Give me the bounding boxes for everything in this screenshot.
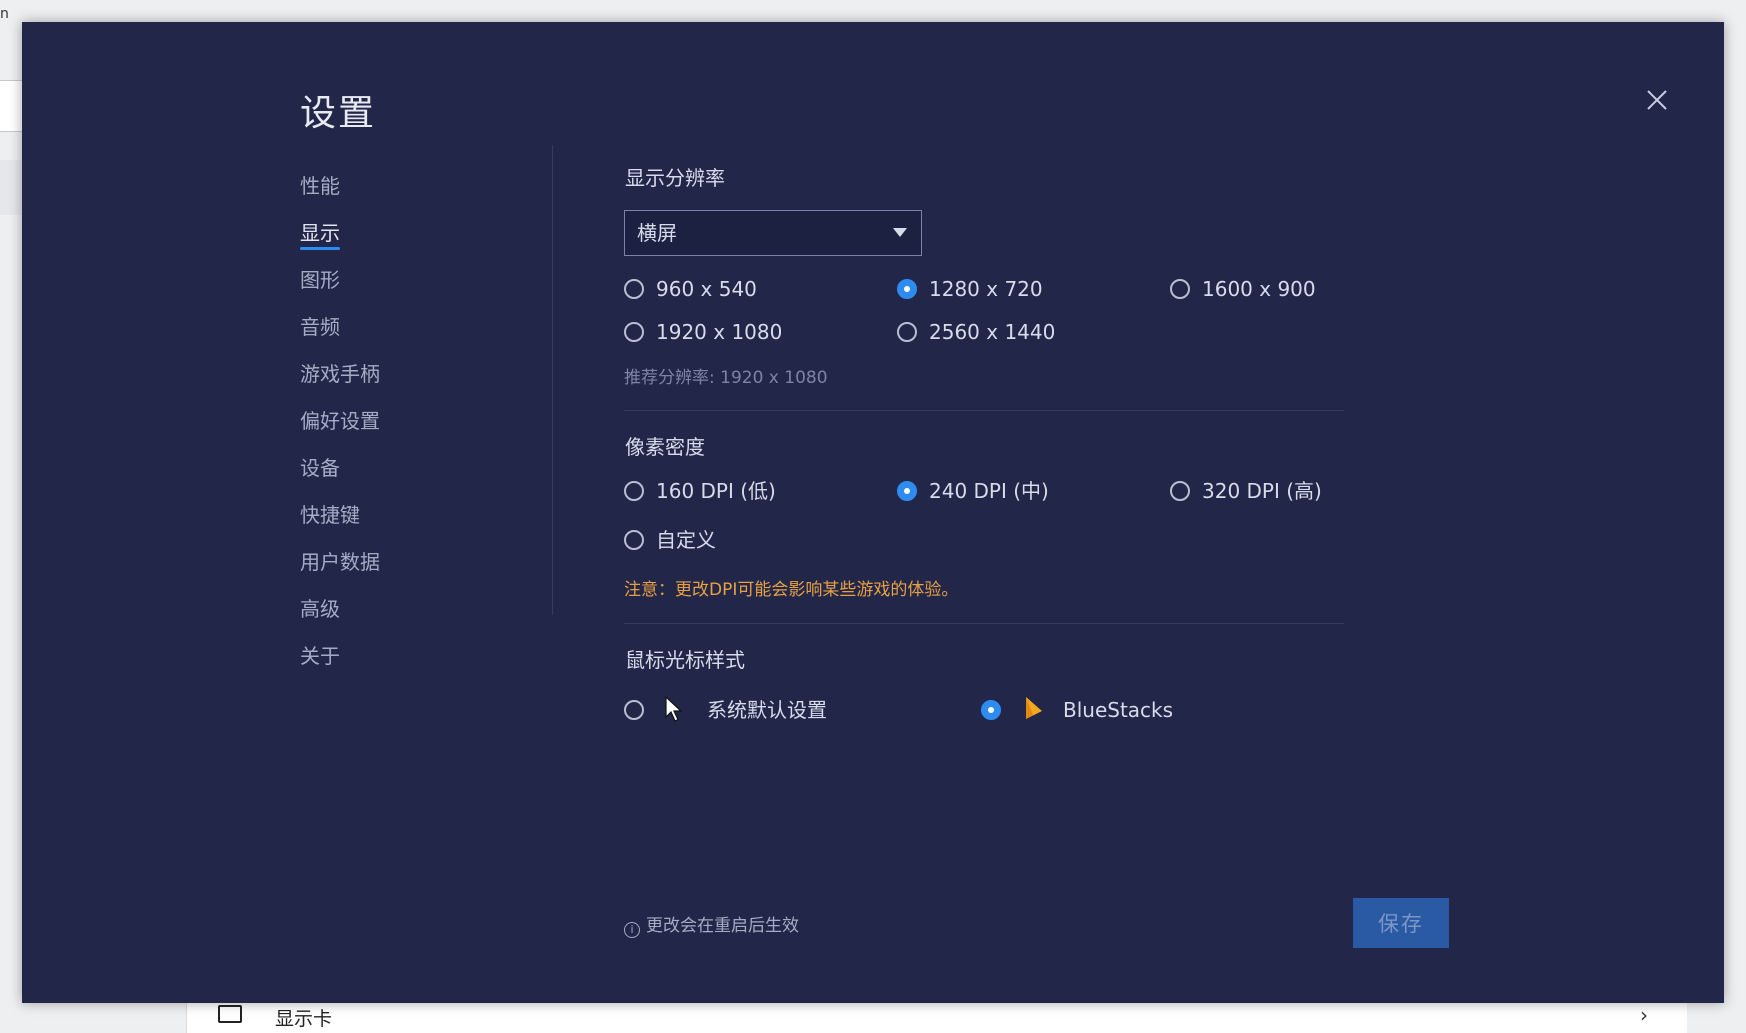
save-button[interactable]: 保存 [1353, 898, 1449, 948]
sidebar-item-device[interactable]: 设备 [300, 454, 340, 482]
close-button[interactable] [1637, 80, 1677, 120]
radio-indicator [624, 530, 644, 550]
sidebar-item-preferences[interactable]: 偏好设置 [300, 407, 380, 435]
modal-title: 设置 [300, 93, 377, 134]
radio-indicator-checked [897, 481, 917, 501]
recommended-resolution-hint: 推荐分辨率: 1920 x 1080 [624, 368, 828, 388]
sidebar-item-user-data[interactable]: 用户数据 [300, 548, 380, 576]
arrow-cursor-icon [665, 695, 683, 722]
radio-label: 320 DPI (高) [1202, 479, 1322, 503]
radio-label: 960 x 540 [656, 277, 757, 301]
info-icon: i [624, 922, 640, 938]
orientation-select[interactable]: 横屏 [624, 210, 922, 256]
radio-label: 160 DPI (低) [656, 479, 776, 503]
chevron-right-icon[interactable]: › [1640, 1003, 1648, 1027]
restart-note: i 更改会在重启后生效 [624, 911, 799, 938]
background-left-strip [0, 80, 22, 132]
radio-indicator [624, 322, 644, 342]
cursor-bluestacks-label: BlueStacks [1063, 698, 1174, 722]
radio-indicator-checked [897, 279, 917, 299]
radio-label: 1280 x 720 [929, 277, 1043, 301]
radio-indicator [624, 700, 644, 720]
dpi-section-title: 像素密度 [625, 435, 705, 459]
settings-modal: 设置 性能 显示 图形 音频 游戏手柄 偏好设置 设备 快捷键 用户数据 高级 … [22, 22, 1724, 1003]
radio-label: 1600 x 900 [1202, 277, 1316, 301]
sidebar-divider [552, 145, 553, 615]
restart-note-text: 更改会在重启后生效 [646, 916, 799, 936]
radio-indicator-checked [981, 700, 1001, 720]
section-divider [624, 623, 1344, 624]
radio-label: 自定义 [656, 528, 716, 552]
radio-indicator [1170, 279, 1190, 299]
sidebar-item-graphics[interactable]: 图形 [300, 266, 340, 294]
sidebar-item-audio[interactable]: 音频 [300, 313, 340, 341]
section-divider [624, 410, 1344, 411]
sidebar-item-shortcuts[interactable]: 快捷键 [300, 501, 360, 529]
radio-indicator [624, 481, 644, 501]
radio-indicator [1170, 481, 1190, 501]
background-bottom-bar [186, 1003, 1687, 1033]
sidebar-item-performance[interactable]: 性能 [300, 172, 340, 200]
radio-indicator [624, 279, 644, 299]
background-left-strip-2 [0, 160, 22, 215]
sidebar-item-display[interactable]: 显示 [300, 219, 340, 250]
sidebar-item-advanced[interactable]: 高级 [300, 595, 340, 623]
radio-indicator [897, 322, 917, 342]
resolution-section-title: 显示分辨率 [625, 166, 725, 190]
radio-label: 240 DPI (中) [929, 479, 1049, 503]
sidebar-item-about[interactable]: 关于 [300, 642, 340, 670]
radio-label: 1920 x 1080 [656, 320, 783, 344]
sidebar-item-gamepad[interactable]: 游戏手柄 [300, 360, 380, 388]
background-bottom-label: 显示卡 [275, 1008, 333, 1030]
display-card-icon [218, 1005, 242, 1023]
background-corner-text: n [0, 6, 9, 22]
cursor-section-title: 鼠标光标样式 [625, 648, 745, 672]
dpi-warning-text: 注意：更改DPI可能会影响某些游戏的体验。 [624, 580, 959, 600]
cursor-system-default-label: 系统默认设置 [707, 698, 827, 722]
bluestacks-cursor-icon [1026, 697, 1042, 719]
radio-label: 2560 x 1440 [929, 320, 1056, 344]
caret-down-icon [893, 228, 907, 237]
orientation-select-value: 横屏 [637, 221, 677, 245]
close-icon [1647, 90, 1667, 110]
